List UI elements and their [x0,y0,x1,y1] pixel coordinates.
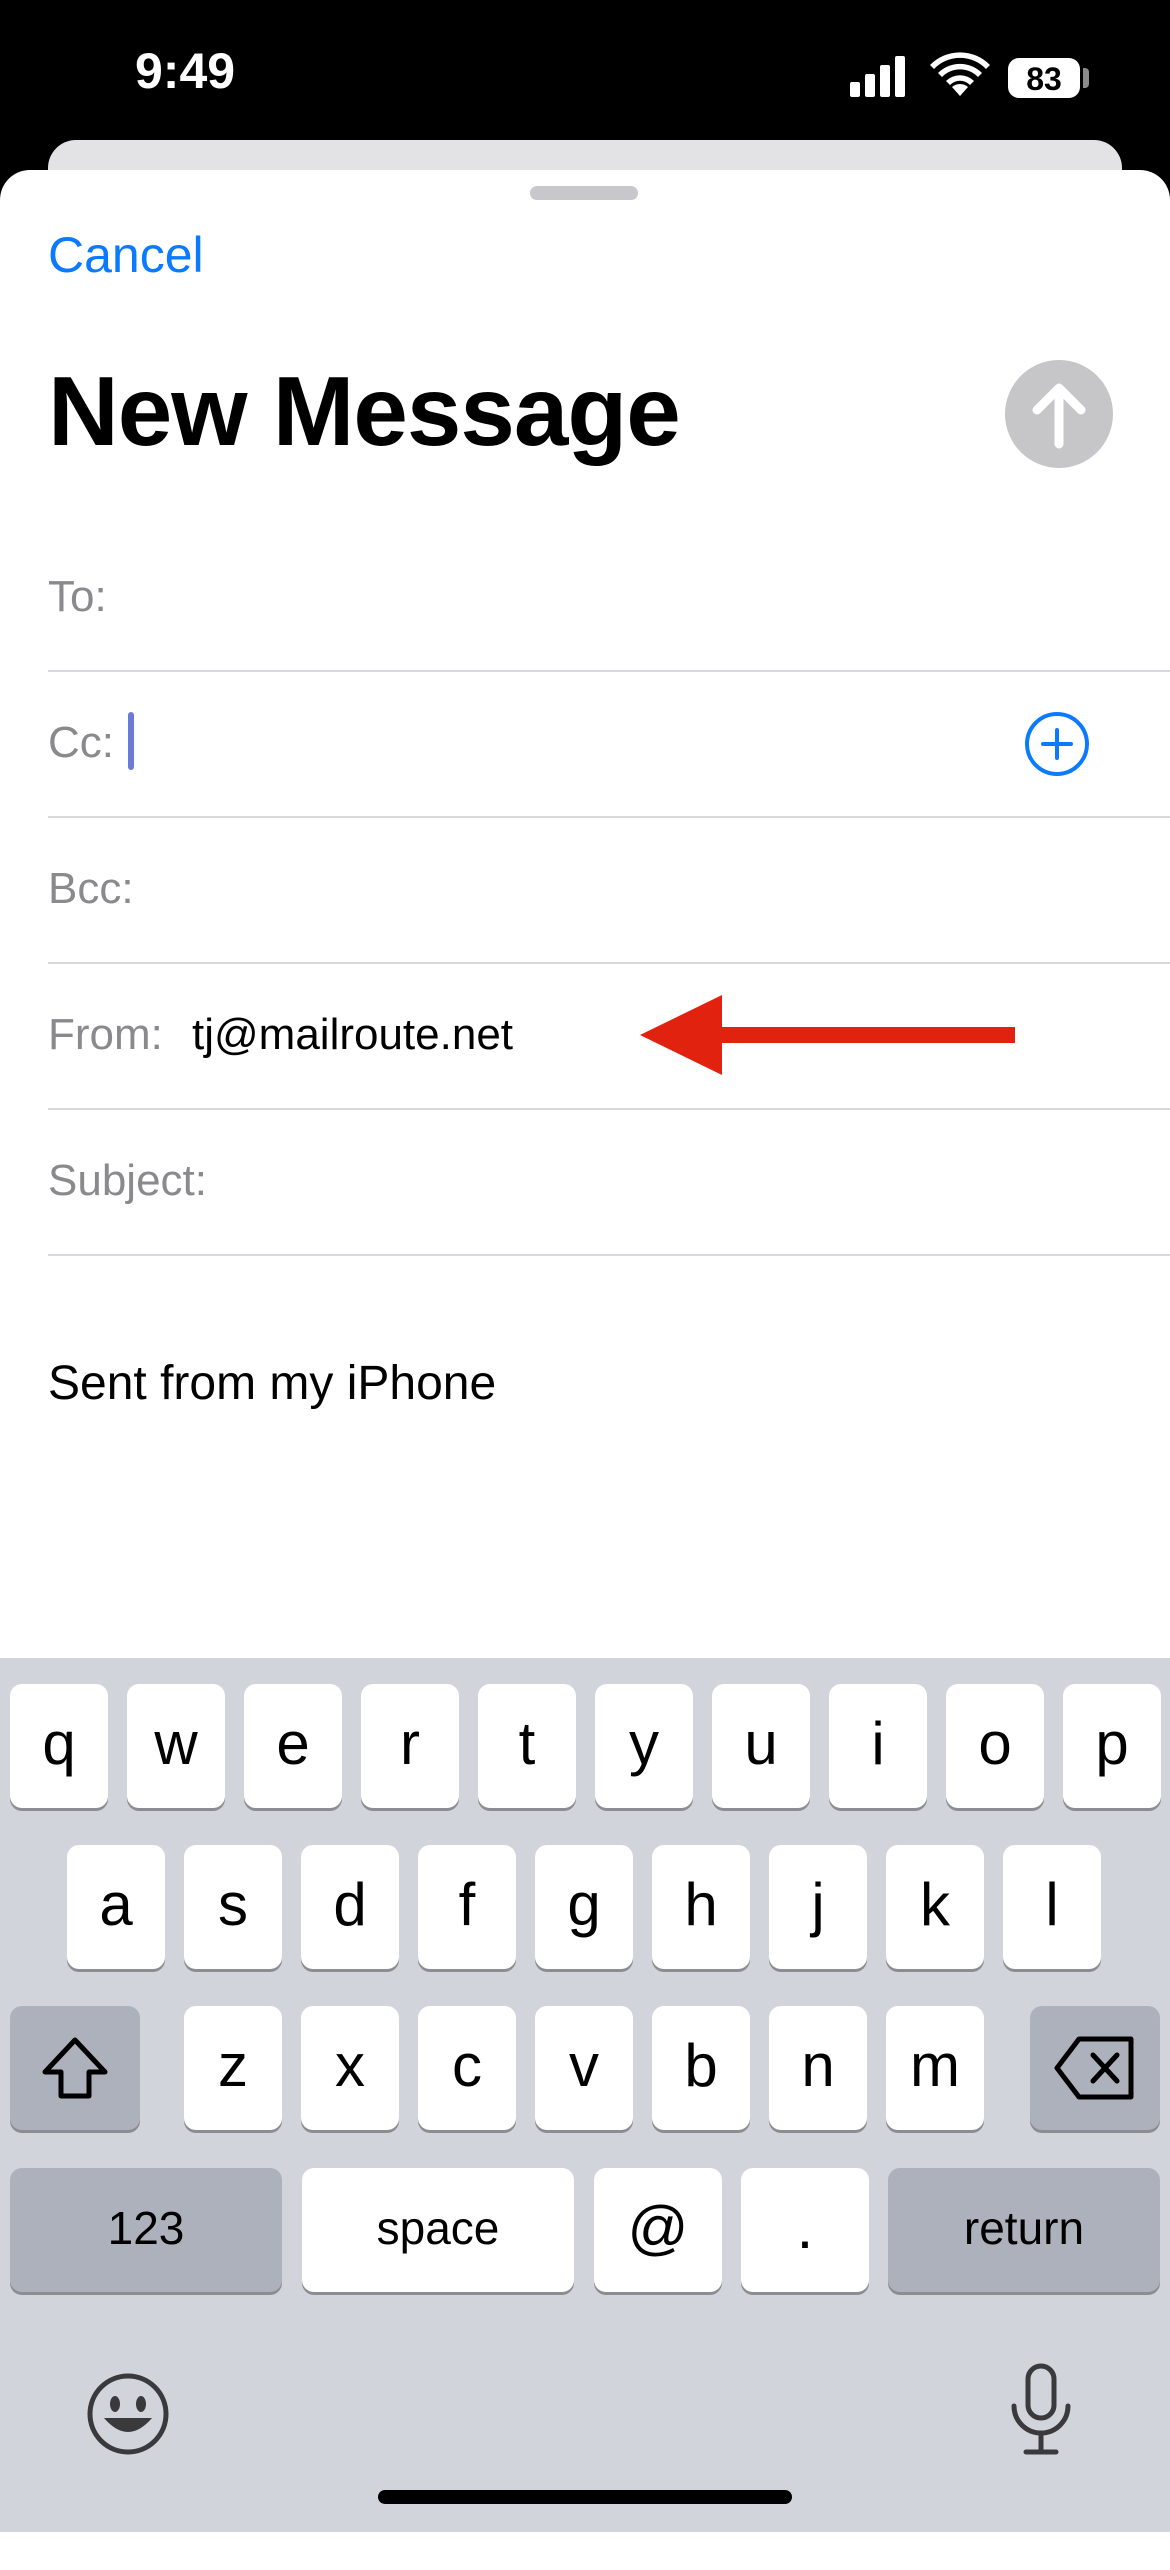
cellular-signal-icon [850,56,905,97]
from-label: From: [48,1010,163,1059]
add-contact-button[interactable] [1025,712,1089,776]
battery-cap [1083,68,1089,88]
page-title: New Message [48,356,681,466]
space-key[interactable]: space [302,2168,574,2292]
battery-icon: 83 [1008,58,1080,98]
bcc-field[interactable]: Bcc: [48,816,1170,964]
key-s[interactable]: s [184,1845,282,1969]
plus-icon [1041,728,1073,760]
key-h[interactable]: h [652,1845,750,1969]
cc-field[interactable]: Cc: [48,670,1170,818]
key-q[interactable]: q [10,1684,108,1808]
key-w[interactable]: w [127,1684,225,1808]
to-field[interactable]: To: [48,524,1170,672]
bcc-label: Bcc: [48,864,134,913]
from-value[interactable]: tj@mailroute.net [192,1010,513,1060]
sheet-grabber[interactable] [530,186,638,200]
delete-key[interactable] [1030,2006,1160,2130]
send-button[interactable] [1005,360,1113,468]
red-arrow-annotation [640,995,1015,1075]
key-n[interactable]: n [769,2006,867,2130]
emoji-icon[interactable] [84,2370,172,2458]
arrow-up-icon [1032,383,1086,449]
shift-key[interactable] [10,2006,140,2130]
subject-field[interactable]: Subject: [48,1108,1170,1256]
message-body[interactable]: Sent from my iPhone [48,1356,496,1411]
key-b[interactable]: b [652,2006,750,2130]
shift-icon [42,2037,108,2099]
cancel-button[interactable]: Cancel [48,226,204,284]
battery-level: 83 [1026,61,1062,97]
key-f[interactable]: f [418,1845,516,1969]
key-r[interactable]: r [361,1684,459,1808]
wifi-icon [930,52,990,96]
key-a[interactable]: a [67,1845,165,1969]
key-o[interactable]: o [946,1684,1044,1808]
key-y[interactable]: y [595,1684,693,1808]
key-v[interactable]: v [535,2006,633,2130]
numbers-key[interactable]: 123 [10,2168,282,2292]
delete-icon [1054,2036,1134,2100]
period-key[interactable]: . [741,2168,869,2292]
key-k[interactable]: k [886,1845,984,1969]
key-l[interactable]: l [1003,1845,1101,1969]
key-x[interactable]: x [301,2006,399,2130]
status-time: 9:49 [135,43,236,99]
key-u[interactable]: u [712,1684,810,1808]
key-g[interactable]: g [535,1845,633,1969]
key-j[interactable]: j [769,1845,867,1969]
key-e[interactable]: e [244,1684,342,1808]
text-cursor [128,712,134,770]
microphone-icon[interactable] [1004,2362,1078,2458]
home-indicator [378,2490,792,2504]
cc-label: Cc: [48,718,114,767]
to-label: To: [48,572,107,621]
key-t[interactable]: t [478,1684,576,1808]
at-key[interactable]: @ [594,2168,722,2292]
key-i[interactable]: i [829,1684,927,1808]
key-p[interactable]: p [1063,1684,1161,1808]
key-z[interactable]: z [184,2006,282,2130]
key-c[interactable]: c [418,2006,516,2130]
key-d[interactable]: d [301,1845,399,1969]
return-key[interactable]: return [888,2168,1160,2292]
subject-label: Subject: [48,1156,207,1205]
key-m[interactable]: m [886,2006,984,2130]
